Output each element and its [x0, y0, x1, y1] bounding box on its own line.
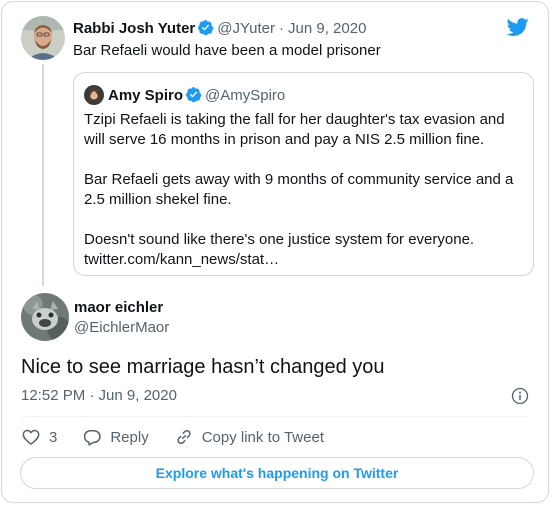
copy-link-button[interactable]: Copy link to Tweet [174, 427, 324, 447]
reply-label: Reply [110, 428, 149, 446]
like-button[interactable]: 3 [21, 427, 57, 447]
quoted-author-name: Amy Spiro [108, 87, 184, 104]
reply-author-handle[interactable]: @EichlerMaor [74, 318, 169, 338]
reply-button[interactable]: Reply [82, 427, 149, 447]
embedded-tweet-card: Rabbi Josh Yuter @JYuter · Jun 9, 2020 Bar … [1, 1, 549, 503]
copy-link-label: Copy link to Tweet [201, 428, 324, 446]
quoted-paragraph: Tzipi Refaeli is taking the fall for her… [84, 111, 505, 148]
quoted-tweet[interactable]: Amy Spiro @AmySpiro Tzipi Refaeli is taki… [73, 72, 534, 276]
parent-tweet-header: Rabbi Josh Yuter @JYuter · Jun 9, 2020 [73, 19, 366, 39]
reply-bubble-icon [84, 430, 102, 446]
reply-timestamp[interactable]: 12:52 PM · Jun 9, 2020 [21, 386, 177, 406]
explore-twitter-button[interactable]: Explore what's happening on Twitter [20, 457, 534, 489]
parent-tweet-text: Bar Refaeli would have been a model pris… [73, 42, 381, 59]
parent-tweet-date[interactable]: Jun 9, 2020 [288, 20, 366, 37]
like-count: 3 [49, 428, 58, 446]
reply-author-name[interactable]: maor eichler [74, 298, 163, 318]
quoted-tweet-body: Tzipi Refaeli is taking the fall for her… [84, 110, 524, 270]
verified-badge-icon [186, 87, 202, 103]
quoted-author-avatar [84, 85, 104, 105]
reply-author-avatar[interactable] [21, 293, 69, 341]
twitter-bird-icon[interactable] [506, 16, 530, 38]
header-separator: · [279, 20, 285, 37]
parent-author-name[interactable]: Rabbi Josh Yuter [73, 20, 195, 37]
parent-author-avatar[interactable] [21, 16, 65, 60]
thread-connector-line [42, 64, 44, 286]
verified-badge-icon [198, 20, 214, 36]
quoted-tweet-header: Amy Spiro @AmySpiro [84, 85, 285, 106]
quoted-paragraph: Doesn't sound like there's one justice s… [84, 231, 475, 268]
quoted-author-handle: @AmySpiro [205, 87, 286, 104]
heart-icon [22, 429, 40, 445]
divider [21, 416, 529, 417]
info-icon[interactable] [511, 387, 529, 405]
tweet-actions: 3 Reply Copy link to Tweet [21, 426, 349, 448]
quoted-paragraph: Bar Refaeli gets away with 9 months of c… [84, 171, 514, 208]
reply-tweet-text: Nice to see marriage hasn’t changed you [21, 356, 385, 378]
parent-author-handle[interactable]: @JYuter [217, 20, 275, 37]
link-icon [177, 429, 191, 445]
